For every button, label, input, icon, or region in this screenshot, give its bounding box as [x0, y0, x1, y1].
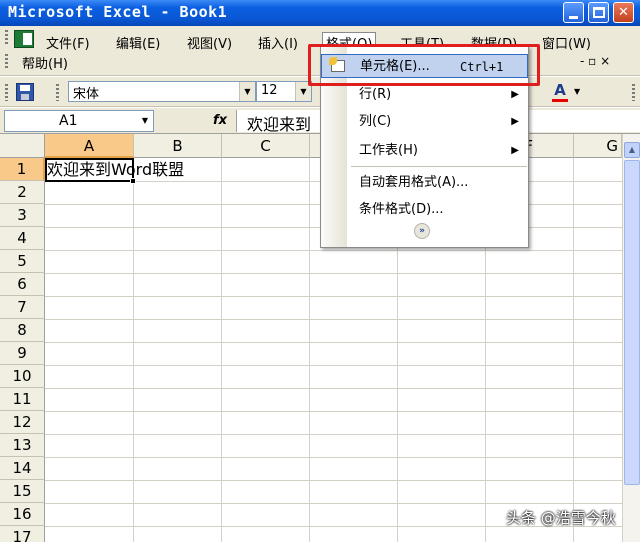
gridline: [573, 158, 574, 542]
menu-item-column-label: 列(C): [359, 114, 392, 129]
cell-a1-text: 欢迎来到Word联盟: [47, 160, 185, 179]
column-header-g[interactable]: G: [574, 134, 622, 158]
chevron-down-icon[interactable]: ▼: [574, 87, 580, 96]
menubar-grip[interactable]: [5, 30, 8, 46]
row-header-17[interactable]: 17: [0, 526, 45, 542]
vertical-scrollbar[interactable]: ▲: [622, 134, 640, 542]
menu-item-sheet-label: 工作表(H): [359, 143, 418, 158]
gridline: [45, 250, 640, 251]
menu-item-column[interactable]: 列(C) ▶: [321, 110, 528, 134]
row-header-3[interactable]: 3: [0, 204, 45, 227]
gridline: [45, 388, 640, 389]
menu-item-autoformat-label: 自动套用格式(A)...: [359, 175, 469, 190]
gridline: [45, 365, 640, 366]
submenu-arrow-icon: ▶: [511, 116, 519, 127]
expand-menu-icon[interactable]: »: [414, 223, 430, 239]
menu-insert[interactable]: 插入(I): [254, 32, 302, 52]
gridline: [45, 319, 640, 320]
window-title: Microsoft Excel - Book1: [8, 3, 228, 21]
select-all-corner[interactable]: [0, 134, 45, 158]
menu-window[interactable]: 窗口(W): [538, 32, 595, 52]
menu-item-sheet[interactable]: 工作表(H) ▶: [321, 139, 528, 163]
minimize-icon: [569, 16, 578, 19]
row-header-2[interactable]: 2: [0, 181, 45, 204]
menu-edit[interactable]: 编辑(E): [112, 32, 164, 52]
menu-item-row[interactable]: 行(R) ▶: [321, 83, 528, 107]
row-header-5[interactable]: 5: [0, 250, 45, 273]
column-header-a[interactable]: A: [45, 134, 134, 158]
scroll-up-icon[interactable]: ▲: [624, 142, 640, 158]
row-header-1[interactable]: 1: [0, 158, 45, 181]
chevron-down-icon[interactable]: ▼: [239, 82, 255, 101]
gridline: [45, 434, 640, 435]
highlight-callout-box: [308, 44, 540, 86]
toolbar-grip-3[interactable]: [632, 84, 635, 101]
gridline: [45, 503, 640, 504]
gridline: [45, 273, 640, 274]
font-size-select[interactable]: 12 ▼: [256, 81, 312, 102]
row-header-4[interactable]: 4: [0, 227, 45, 250]
row-header-15[interactable]: 15: [0, 480, 45, 503]
toolbar-grip-2[interactable]: [56, 84, 59, 101]
chevron-down-icon[interactable]: ▼: [137, 111, 153, 131]
column-header-b[interactable]: B: [134, 134, 222, 158]
menubar-grip-2[interactable]: [5, 54, 8, 70]
minimize-button[interactable]: [563, 2, 584, 23]
row-header-8[interactable]: 8: [0, 319, 45, 342]
column-header-c[interactable]: C: [222, 134, 310, 158]
menu-item-conditional-format-label: 条件格式(D)...: [359, 202, 444, 217]
row-header-12[interactable]: 12: [0, 411, 45, 434]
row-header-10[interactable]: 10: [0, 365, 45, 388]
gridline: [45, 296, 640, 297]
gridline: [45, 480, 640, 481]
gridline: [309, 158, 310, 542]
menu-help[interactable]: 帮助(H): [18, 52, 72, 72]
row-header-11[interactable]: 11: [0, 388, 45, 411]
save-icon[interactable]: [16, 83, 34, 101]
menu-item-autoformat[interactable]: 自动套用格式(A)...: [321, 171, 528, 195]
menu-item-row-label: 行(R): [359, 87, 392, 102]
mdi-window-controls[interactable]: - ▫ ×: [580, 54, 610, 68]
gridline: [45, 411, 640, 412]
menu-separator: [351, 166, 527, 167]
excel-window: Microsoft Excel - Book1 ✕ 文件(F) 编辑(E) 视图…: [0, 0, 640, 542]
toolbar-grip[interactable]: [5, 84, 8, 101]
scroll-thumb[interactable]: [624, 160, 640, 485]
submenu-arrow-icon: ▶: [511, 145, 519, 156]
submenu-arrow-icon: ▶: [511, 89, 519, 100]
menu-file[interactable]: 文件(F): [42, 32, 94, 52]
gridline: [45, 457, 640, 458]
excel-app-icon[interactable]: [14, 30, 34, 48]
font-size-value: 12: [261, 83, 278, 98]
maximize-icon: [593, 7, 605, 18]
row-header-6[interactable]: 6: [0, 273, 45, 296]
menu-view[interactable]: 视图(V): [183, 32, 236, 52]
row-header-14[interactable]: 14: [0, 457, 45, 480]
watermark-text: 头条 @浩雪今秋: [506, 509, 616, 527]
gridline: [133, 158, 134, 542]
title-bar: Microsoft Excel - Book1 ✕: [0, 0, 640, 26]
font-color-button[interactable]: A: [549, 81, 571, 103]
font-name-select[interactable]: 宋体 ▼: [68, 81, 256, 102]
row-header-9[interactable]: 9: [0, 342, 45, 365]
font-name-value: 宋体: [73, 87, 100, 102]
row-header-13[interactable]: 13: [0, 434, 45, 457]
menu-item-conditional-format[interactable]: 条件格式(D)...: [321, 198, 528, 222]
fx-icon[interactable]: fx: [213, 113, 227, 128]
row-header-7[interactable]: 7: [0, 296, 45, 319]
name-box-value: A1: [59, 113, 78, 129]
row-header-16[interactable]: 16: [0, 503, 45, 526]
close-button[interactable]: ✕: [613, 2, 634, 23]
gridline: [45, 342, 640, 343]
maximize-button[interactable]: [588, 2, 609, 23]
name-box[interactable]: A1 ▼: [4, 110, 154, 132]
gridline: [221, 158, 222, 542]
